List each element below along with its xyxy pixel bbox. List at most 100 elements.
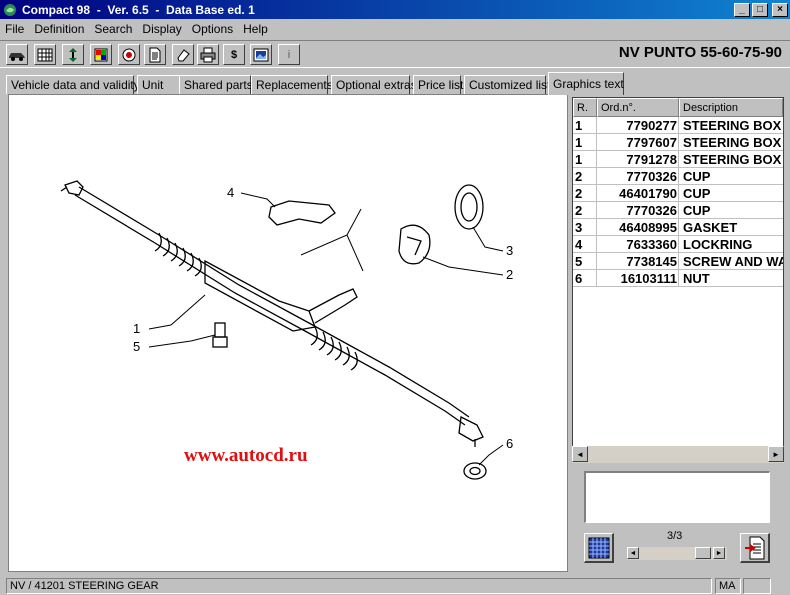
row-order: 7738145 xyxy=(626,254,677,269)
grid-button[interactable] xyxy=(34,44,56,65)
tab-replacements[interactable]: Replacements xyxy=(251,75,333,94)
parts-table-scrollbar[interactable]: ◄ ► xyxy=(572,446,784,463)
row-order: 7791278 xyxy=(626,152,677,167)
tab-price-list[interactable]: Price list xyxy=(413,75,463,94)
menu-display[interactable]: Display xyxy=(137,22,186,36)
callout-4: 4 xyxy=(227,185,234,200)
row-description: NUT xyxy=(683,271,710,286)
row-order: 7770326 xyxy=(626,169,677,184)
row-ref: 4 xyxy=(575,237,583,252)
info-icon: i xyxy=(287,48,291,61)
target-button[interactable] xyxy=(118,44,140,65)
tab-unit[interactable]: Unit xyxy=(137,75,180,94)
table-row[interactable]: 1 7790277 STEERING BOX xyxy=(573,117,783,134)
table-grid-icon xyxy=(588,537,609,558)
table-row[interactable]: 3 46408995 GASKET xyxy=(573,219,783,236)
document-icon xyxy=(149,47,161,62)
table-row[interactable]: 1 7791278 STEERING BOX xyxy=(573,151,783,168)
row-description: CUP xyxy=(683,186,711,201)
row-ref: 2 xyxy=(575,203,583,218)
price-button[interactable]: $ xyxy=(223,44,245,65)
document-export-icon xyxy=(744,536,764,559)
row-ref: 1 xyxy=(575,135,583,150)
sort-button[interactable] xyxy=(62,44,84,65)
app-logo-icon xyxy=(4,3,16,16)
callout-6: 6 xyxy=(506,436,513,451)
watermark-text: www.autocd.ru xyxy=(184,445,308,466)
car-icon xyxy=(9,52,25,61)
parts-table-header: R. Ord.n°. Description xyxy=(573,98,783,117)
document-button[interactable] xyxy=(144,44,166,65)
row-description: STEERING BOX xyxy=(683,135,782,150)
export-document-button[interactable] xyxy=(740,533,770,563)
eraser-button[interactable] xyxy=(172,44,194,65)
minimize-button[interactable]: _ xyxy=(734,2,750,17)
maximize-button[interactable]: □ xyxy=(752,2,768,17)
tab-vehicle-data[interactable]: Vehicle data and validity xyxy=(6,75,140,94)
gasket-part[interactable] xyxy=(454,184,484,230)
page-next-button[interactable]: ► xyxy=(713,547,725,559)
vehicle-button[interactable] xyxy=(6,44,28,65)
col-description-header[interactable]: Description xyxy=(679,98,783,117)
table-row[interactable]: 1 7797607 STEERING BOX xyxy=(573,134,783,151)
row-order: 7633360 xyxy=(626,237,677,252)
eraser-icon xyxy=(177,48,190,61)
print-button[interactable] xyxy=(197,44,219,65)
lockring-part[interactable] xyxy=(268,200,336,226)
menu-file[interactable]: File xyxy=(0,22,29,36)
menu-help[interactable]: Help xyxy=(238,22,273,36)
table-row[interactable]: 6 16103111 NUT xyxy=(573,270,783,287)
table-row[interactable]: 4 7633360 LOCKRING xyxy=(573,236,783,253)
row-description: CUP xyxy=(683,203,711,218)
callout-2: 2 xyxy=(506,267,513,282)
page-indicator: 3/3 xyxy=(667,530,683,542)
row-order: 16103111 xyxy=(620,271,677,286)
menu-definition[interactable]: Definition xyxy=(29,22,89,36)
tab-optional-extras[interactable]: Optional extras xyxy=(331,75,417,94)
page-slider[interactable]: ◄ ► xyxy=(627,547,727,560)
row-description: STEERING BOX xyxy=(683,118,782,133)
callout-5: 5 xyxy=(133,339,140,354)
col-order-header[interactable]: Ord.n°. xyxy=(597,98,679,117)
table-row[interactable]: 5 7738145 SCREW AND WASHER xyxy=(573,253,783,270)
row-ref: 5 xyxy=(575,254,583,269)
menu-options[interactable]: Options xyxy=(187,22,238,36)
graphics-text-panel: 3/3 ◄ ► xyxy=(572,463,784,571)
palette-button[interactable] xyxy=(90,44,112,65)
screw-part[interactable] xyxy=(212,322,228,348)
graphics-text-box[interactable] xyxy=(584,471,770,523)
nut-part[interactable] xyxy=(463,462,487,480)
table-view-button[interactable] xyxy=(584,533,614,563)
row-order: 7770326 xyxy=(626,203,677,218)
image-icon xyxy=(253,48,269,61)
palette-icon xyxy=(94,48,108,61)
page-slider-thumb[interactable] xyxy=(695,547,711,559)
image-button[interactable] xyxy=(250,44,272,65)
table-row[interactable]: 2 46401790 CUP xyxy=(573,185,783,202)
row-description: STEERING BOX xyxy=(683,152,782,167)
tab-shared-parts[interactable]: Shared parts xyxy=(179,75,253,94)
row-ref: 1 xyxy=(575,152,583,167)
page-prev-button[interactable]: ◄ xyxy=(627,547,639,559)
table-row[interactable]: 2 7770326 CUP xyxy=(573,168,783,185)
row-description: GASKET xyxy=(683,220,738,235)
row-order: 7797607 xyxy=(626,135,677,150)
close-button[interactable]: × xyxy=(772,2,788,17)
table-row[interactable]: 2 7770326 CUP xyxy=(573,202,783,219)
menu-bar: File Definition Search Display Options H… xyxy=(0,19,790,39)
scroll-left-button[interactable]: ◄ xyxy=(572,446,588,462)
row-ref: 2 xyxy=(575,186,583,201)
status-cell-empty xyxy=(743,578,771,594)
col-ref-header[interactable]: R. xyxy=(573,98,597,117)
row-order: 46401790 xyxy=(619,186,677,201)
sort-icon xyxy=(69,47,77,62)
row-ref: 2 xyxy=(575,169,583,184)
info-button[interactable]: i xyxy=(278,44,300,65)
scroll-right-button[interactable]: ► xyxy=(768,446,784,462)
menu-search[interactable]: Search xyxy=(89,22,137,36)
steering-gear-drawing: 1 2 3 4 5 6 xyxy=(60,180,513,480)
target-icon xyxy=(122,48,136,61)
tab-customized-lists[interactable]: Customized lists xyxy=(464,75,556,94)
tab-graphics-text[interactable]: Graphics text xyxy=(548,72,624,95)
callout-3: 3 xyxy=(506,243,513,258)
